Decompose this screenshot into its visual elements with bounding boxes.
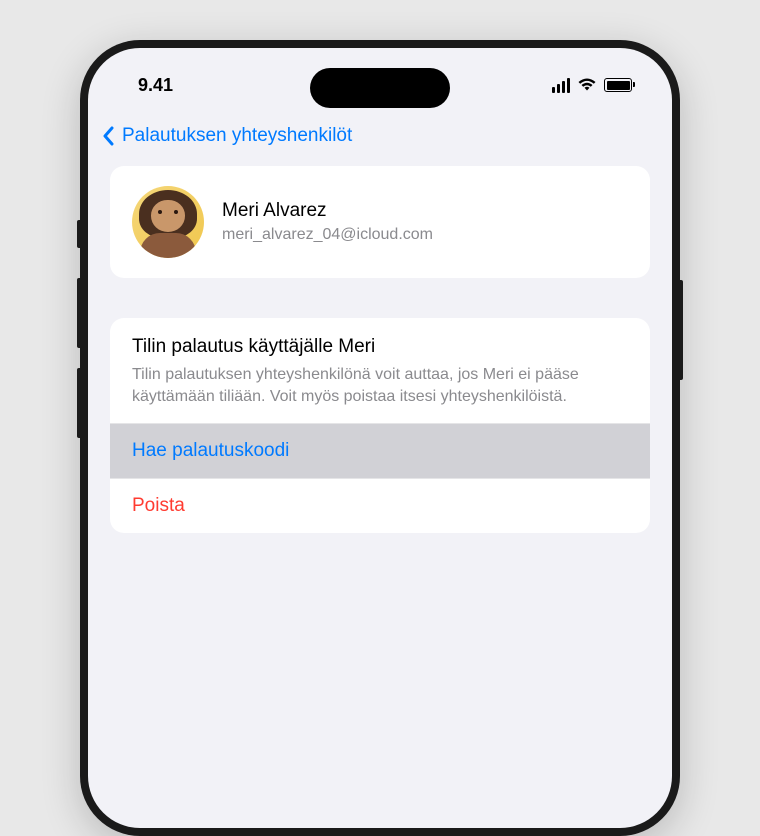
battery-icon: [604, 78, 632, 92]
wifi-icon: [577, 77, 597, 93]
avatar: [132, 186, 204, 258]
chevron-left-icon: [102, 124, 118, 148]
contact-info: Meri Alvarez meri_alvarez_04@icloud.com: [222, 200, 433, 244]
recovery-title: Tilin palautus käyttäjälle Meri: [132, 336, 628, 358]
recovery-header: Tilin palautus käyttäjälle Meri Tilin pa…: [110, 318, 650, 423]
mute-switch: [77, 220, 81, 248]
remove-button[interactable]: Poista: [110, 478, 650, 533]
phone-screen: 9.41: [88, 48, 672, 828]
contact-card[interactable]: Meri Alvarez meri_alvarez_04@icloud.com: [110, 166, 650, 278]
status-time: 9.41: [138, 75, 173, 96]
nav-bar[interactable]: Palautuksen yhteyshenkilöt: [88, 110, 672, 166]
volume-down-button: [77, 368, 81, 438]
dynamic-island: [310, 68, 450, 108]
back-button-label: Palautuksen yhteyshenkilöt: [122, 125, 352, 147]
contact-email: meri_alvarez_04@icloud.com: [222, 226, 433, 244]
phone-frame: 9.41: [80, 40, 680, 836]
volume-up-button: [77, 278, 81, 348]
get-recovery-code-button[interactable]: Hae palautuskoodi: [110, 423, 650, 478]
status-icons: [552, 77, 632, 93]
recovery-card: Tilin palautus käyttäjälle Meri Tilin pa…: [110, 318, 650, 533]
recovery-description: Tilin palautuksen yhteyshenkilönä voit a…: [132, 364, 628, 407]
content-area: Meri Alvarez meri_alvarez_04@icloud.com …: [88, 166, 672, 533]
cellular-signal-icon: [552, 78, 570, 93]
contact-name: Meri Alvarez: [222, 200, 433, 222]
power-button: [679, 280, 683, 380]
